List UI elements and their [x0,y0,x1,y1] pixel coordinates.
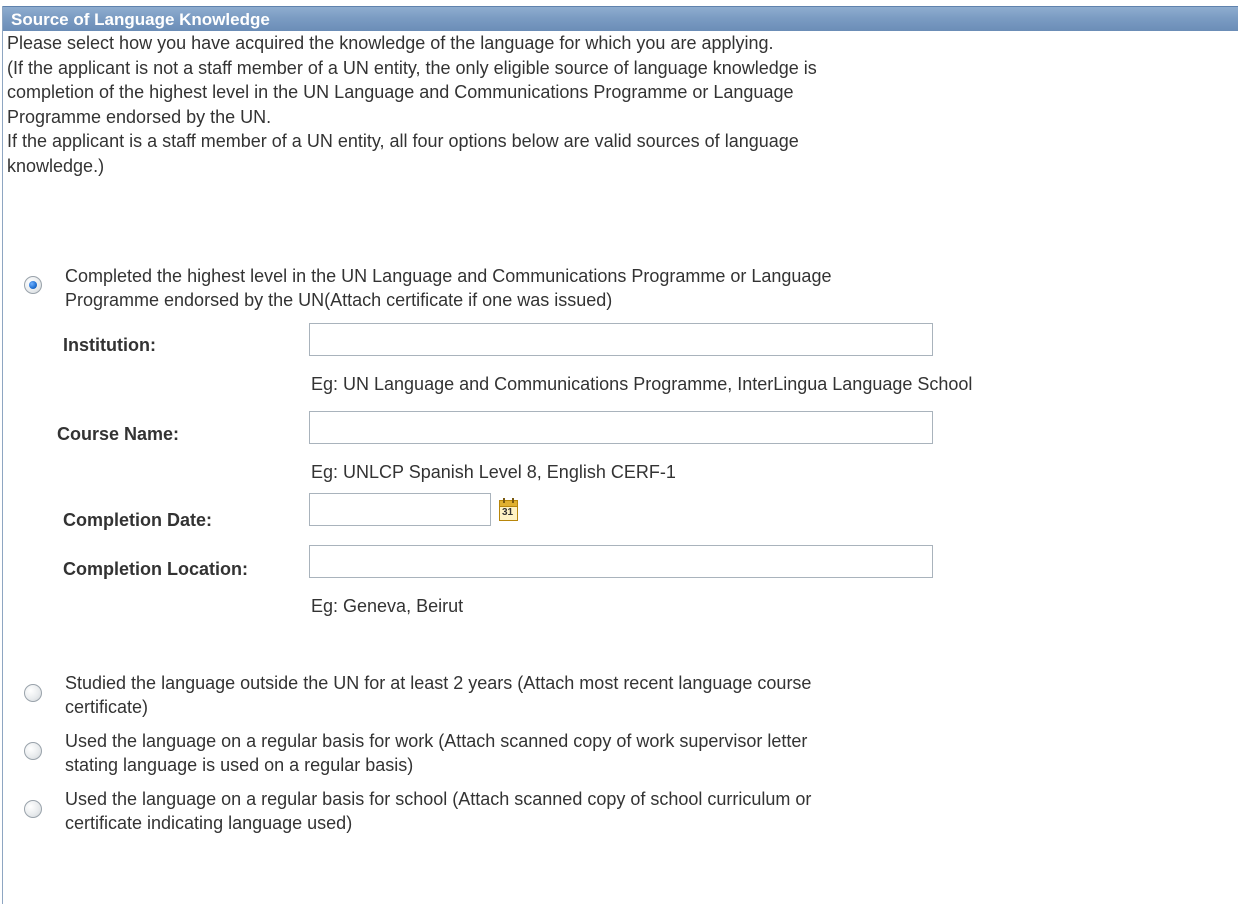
option-label-line: Completed the highest level in the UN La… [65,266,832,286]
instruction-line: If the applicant is a staff member of a … [7,131,799,151]
instruction-line: (If the applicant is not a staff member … [7,57,817,78]
instructions-text: Please select how you have acquired the … [7,31,1127,178]
instruction-line: Programme endorsed by the UN. [7,106,272,127]
instruction-line: knowledge.) [7,155,105,176]
option-label-line: Studied the language outside the UN for … [65,673,812,693]
option-label-studied-outside-un[interactable]: Studied the language outside the UN for … [65,671,811,719]
calendar-icon-ring [503,498,505,503]
section-title: Source of Language Knowledge [11,10,270,29]
option-label-line: certificate indicating language used) [65,813,353,833]
institution-hint: Eg: UN Language and Communications Progr… [311,374,973,394]
radio-used-for-work[interactable] [24,742,42,760]
calendar-icon[interactable]: 31 [499,498,518,521]
instruction-line: completion of the highest level in the U… [7,82,794,102]
option-label-used-for-work[interactable]: Used the language on a regular basis for… [65,729,807,777]
option-label-line: stating language is used on a regular ba… [65,755,414,775]
option-label-un-programme[interactable]: Completed the highest level in the UN La… [65,264,831,312]
course-name-input[interactable] [309,411,933,444]
course-name-hint: Eg: UNLCP Spanish Level 8, English CERF-… [311,462,676,482]
calendar-icon-day: 31 [502,507,514,518]
completion-location-hint: Eg: Geneva, Beirut [311,596,464,616]
option-label-line: Used the language on a regular basis for… [65,789,812,809]
section-header: Source of Language Knowledge [3,6,1238,31]
completion-date-label: Completion Date: [63,510,213,530]
option-label-line: Used the language on a regular basis for… [65,731,808,751]
completion-date-input[interactable] [309,493,491,526]
option-label-line: Programme endorsed by the UN(Attach cert… [65,290,613,310]
completion-location-label: Completion Location: [63,559,248,579]
institution-input[interactable] [309,323,933,356]
completion-location-input[interactable] [309,545,933,578]
option-label-line: certificate) [65,697,149,717]
calendar-icon-ring [512,498,514,503]
institution-label: Institution: [63,335,156,355]
radio-un-programme[interactable] [24,276,42,294]
radio-used-for-school[interactable] [24,800,42,818]
option-label-used-for-school[interactable]: Used the language on a regular basis for… [65,787,811,835]
course-name-label: Course Name: [57,424,180,444]
radio-studied-outside-un[interactable] [24,684,42,702]
instruction-line: Please select how you have acquired the … [7,33,774,53]
